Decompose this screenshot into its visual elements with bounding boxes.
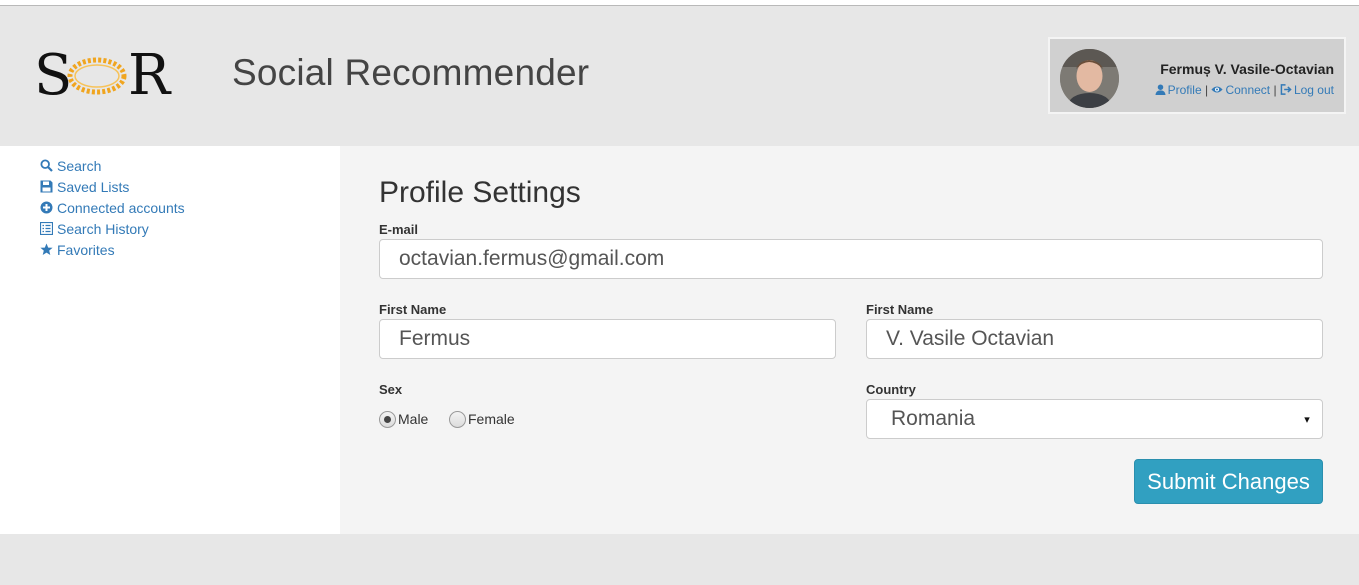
page-title: Profile Settings (379, 176, 581, 209)
user-panel: Fermuș V. Vasile-Octavian Profile | Conn… (1048, 37, 1346, 114)
email-label: E-mail (379, 222, 419, 237)
last-name-field[interactable] (866, 319, 1323, 359)
sidebar-item-connected-accounts[interactable]: Connected accounts (40, 200, 185, 216)
submit-changes-button[interactable]: Submit Changes (1134, 459, 1323, 504)
country-select[interactable]: Romania ▾ (866, 399, 1323, 439)
user-icon (1155, 84, 1166, 95)
sidebar-item-favorites[interactable]: Favorites (40, 242, 115, 258)
plus-circle-icon (40, 201, 53, 214)
sidebar-item-search-history[interactable]: Search History (39, 221, 149, 237)
last-name-label: First Name (866, 302, 934, 317)
connect-link-label: Connect (1225, 83, 1271, 97)
logout-link[interactable]: Log out (1280, 83, 1334, 97)
sex-radio-male[interactable]: Male (379, 411, 428, 428)
floppy-disk-icon (40, 180, 53, 193)
first-name-field[interactable] (379, 319, 836, 359)
search-icon (40, 159, 53, 172)
connect-link[interactable]: Connect (1211, 83, 1270, 97)
profile-settings-panel: Profile Settings E-mail First Name First… (340, 146, 1359, 534)
top-border (0, 0, 1359, 6)
link-separator: | (1273, 83, 1277, 97)
profile-link-label: Profile (1167, 83, 1202, 97)
sidebar-item-search[interactable]: Search (40, 158, 101, 174)
sidebar-item-saved-lists[interactable]: Saved Lists (40, 179, 129, 195)
user-links: Profile | Connect | Log out (1155, 83, 1334, 97)
radio-label-female: Female (468, 411, 515, 427)
first-name-label: First Name (379, 302, 447, 317)
sidebar-item-label: Search (57, 158, 102, 174)
sor-logo[interactable]: S R (34, 46, 174, 106)
country-value: Romania (891, 407, 976, 430)
radio-label-male: Male (398, 411, 429, 427)
sex-radio-female[interactable]: Female (449, 411, 515, 428)
avatar[interactable] (1060, 49, 1119, 108)
star-icon (40, 243, 53, 255)
logout-icon (1280, 84, 1292, 95)
radio-button-female[interactable] (449, 411, 466, 428)
sidebar-item-label: Saved Lists (57, 179, 130, 195)
link-separator: | (1204, 83, 1209, 97)
radio-button-male[interactable] (379, 411, 396, 428)
people-ring-icon (67, 57, 127, 95)
profile-link[interactable]: Profile (1155, 83, 1202, 97)
logout-link-label: Log out (1293, 83, 1334, 97)
eye-icon (1211, 86, 1224, 93)
sidebar: Search Saved Lists Connected accounts Se… (0, 146, 340, 534)
sex-label: Sex (379, 382, 403, 397)
email-field[interactable] (379, 239, 1323, 279)
sidebar-item-label: Search History (57, 221, 149, 237)
list-icon (39, 221, 54, 236)
site-title: Social Recommender (232, 52, 590, 93)
country-label: Country (866, 382, 916, 397)
chevron-down-icon: ▾ (1304, 414, 1310, 426)
sidebar-item-label: Favorites (57, 242, 115, 258)
sidebar-item-label: Connected accounts (57, 200, 185, 216)
logo-letter-r: R (128, 43, 171, 108)
user-name: Fermuș V. Vasile-Octavian (1160, 61, 1334, 77)
